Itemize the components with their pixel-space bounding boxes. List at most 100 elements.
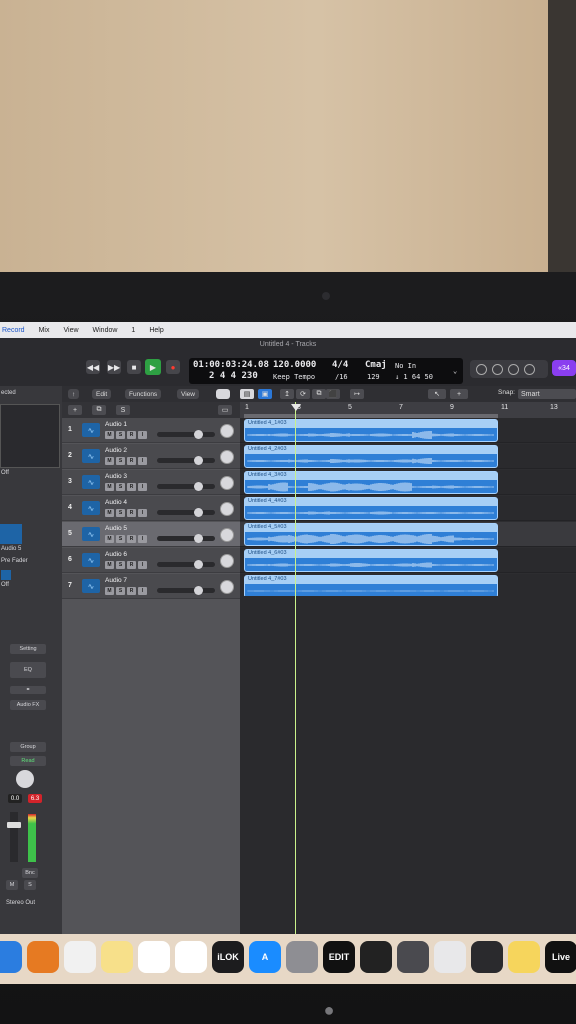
ableton-live-icon[interactable]: Live (545, 941, 576, 973)
track-pan-knob[interactable] (220, 424, 234, 438)
track-mute-button[interactable]: M (105, 431, 114, 439)
track-mute-button[interactable]: M (105, 483, 114, 491)
fader-knob[interactable] (193, 456, 203, 465)
track-header-5[interactable]: 5 ∿ Audio 5 MSRI (62, 522, 240, 547)
audio-region[interactable]: Untitled 4_7#03 (244, 575, 498, 598)
audio-fx-button[interactable]: Audio FX (10, 700, 46, 710)
track-header-7[interactable]: 7 ∿ Audio 7 MSRI (62, 574, 240, 599)
ua-console-icon[interactable] (434, 941, 466, 973)
rewind-button[interactable]: ◀◀ (86, 360, 100, 374)
group-button[interactable]: Group (10, 742, 46, 752)
track-volume-fader[interactable] (157, 508, 215, 517)
track-header-6[interactable]: 6 ∿ Audio 6 MSRI (62, 548, 240, 573)
tracks-view-icon[interactable]: ▣ (258, 389, 272, 399)
track-input-button[interactable]: I (138, 509, 147, 517)
track-name[interactable]: Audio 3 (105, 473, 127, 480)
finder-icon[interactable] (0, 941, 22, 973)
fader-knob[interactable] (193, 560, 203, 569)
track-solo-button[interactable]: S (116, 509, 125, 517)
master-volume-icon[interactable] (524, 364, 535, 375)
ua-connect-icon[interactable] (471, 941, 503, 973)
track-pan-knob[interactable] (220, 554, 234, 568)
menu-window[interactable]: Window (93, 327, 118, 334)
track-record-button[interactable]: R (127, 483, 136, 491)
track-solo-button[interactable]: S (116, 457, 125, 465)
tuner-icon[interactable] (476, 364, 487, 375)
inspector-off[interactable]: Off (1, 470, 9, 476)
fader-cap[interactable] (7, 822, 21, 828)
app-store-icon[interactable]: A (249, 941, 281, 973)
track-volume-fader[interactable] (157, 586, 215, 595)
track-mute-button[interactable]: M (105, 535, 114, 543)
count-in-icon[interactable] (492, 364, 503, 375)
automation-icon[interactable]: ↥ (280, 389, 294, 399)
track-solo-button[interactable]: S (116, 431, 125, 439)
fader-knob[interactable] (193, 508, 203, 517)
track-record-button[interactable]: R (127, 457, 136, 465)
link-button[interactable]: ⚭ (10, 686, 46, 694)
menu-help[interactable]: Help (149, 327, 163, 334)
list-view-icon[interactable]: ▤ (240, 389, 254, 399)
add-track-icon[interactable]: + (68, 405, 82, 415)
logic-icon[interactable] (397, 941, 429, 973)
track-record-button[interactable]: R (127, 535, 136, 543)
track-name[interactable]: Audio 2 (105, 447, 127, 454)
track-pan-knob[interactable] (220, 502, 234, 516)
track-lane-1[interactable]: Untitled 4_1#03 (240, 418, 576, 443)
track-header-1[interactable]: 1 ∿ Audio 1 MSRI (62, 418, 240, 443)
track-volume-fader[interactable] (157, 534, 215, 543)
system-settings-icon[interactable] (286, 941, 318, 973)
track-input-button[interactable]: I (138, 457, 147, 465)
duplicate-track-icon[interactable]: ⧉ (92, 405, 106, 415)
track-input-button[interactable]: I (138, 535, 147, 543)
eq-button[interactable]: EQ (10, 662, 46, 678)
lcd-dropdown-icon[interactable]: ⌄ (453, 367, 457, 375)
track-solo-button[interactable]: S (116, 561, 125, 569)
forward-button[interactable]: ▶▶ (107, 360, 121, 374)
track-mute-button[interactable]: M (105, 587, 114, 595)
track-record-button[interactable]: R (127, 509, 136, 517)
audio-region[interactable]: Untitled 4_2#03 (244, 445, 498, 468)
track-volume-fader[interactable] (157, 560, 215, 569)
inspector-mute-button[interactable]: M (6, 880, 18, 890)
audio-region[interactable]: Untitled 4_6#03 (244, 549, 498, 572)
track-solo-button[interactable]: S (116, 535, 125, 543)
track-name[interactable]: Audio 1 (105, 421, 127, 428)
track-input-button[interactable]: I (138, 483, 147, 491)
track-solo-button[interactable]: S (116, 483, 125, 491)
menu-mix[interactable]: Mix (39, 327, 50, 334)
track-lane-3[interactable]: Untitled 4_3#03 (240, 470, 576, 495)
track-name[interactable]: Audio 7 (105, 577, 127, 584)
audio-region[interactable]: Untitled 4_5#03 (244, 523, 498, 546)
menu-record[interactable]: Record (2, 327, 25, 334)
track-lane-4[interactable]: Untitled 4_4#03 (240, 496, 576, 521)
track-record-button[interactable]: R (127, 561, 136, 569)
track-pan-knob[interactable] (220, 528, 234, 542)
audio-region[interactable]: Untitled 4_1#03 (244, 419, 498, 442)
stop-button[interactable]: ■ (127, 360, 141, 374)
inspector-solo-button[interactable]: S (24, 880, 36, 890)
track-header-4[interactable]: 4 ∿ Audio 4 MSRI (62, 496, 240, 521)
track-pan-knob[interactable] (220, 476, 234, 490)
snap-dropdown[interactable]: Smart (518, 389, 576, 399)
track-lane-5[interactable]: Untitled 4_5#03 (240, 522, 576, 547)
checkbox-icon[interactable] (1, 570, 11, 580)
fader-knob[interactable] (193, 586, 203, 595)
pointer-tool-icon[interactable]: ↖ (428, 389, 446, 399)
menu-1[interactable]: 1 (131, 327, 135, 334)
zoom-icon[interactable]: ↦ (350, 389, 364, 399)
edit-menu[interactable]: Edit (92, 389, 112, 399)
track-input-button[interactable]: I (138, 587, 147, 595)
track-header-3[interactable]: 3 ∿ Audio 3 MSRI (62, 470, 240, 495)
bounce-button[interactable]: Bnc (22, 868, 38, 878)
empty-arrange-area[interactable] (240, 596, 576, 934)
setting-button[interactable]: Setting (10, 644, 46, 654)
stickies-icon[interactable] (508, 941, 540, 973)
audio-region[interactable]: Untitled 4_3#03 (244, 471, 498, 494)
track-volume-fader[interactable] (157, 482, 215, 491)
region-params[interactable] (0, 404, 60, 468)
piano-icon[interactable] (360, 941, 392, 973)
track-mute-button[interactable]: M (105, 457, 114, 465)
fader-knob[interactable] (193, 534, 203, 543)
back-icon[interactable]: ↑ (68, 389, 80, 399)
